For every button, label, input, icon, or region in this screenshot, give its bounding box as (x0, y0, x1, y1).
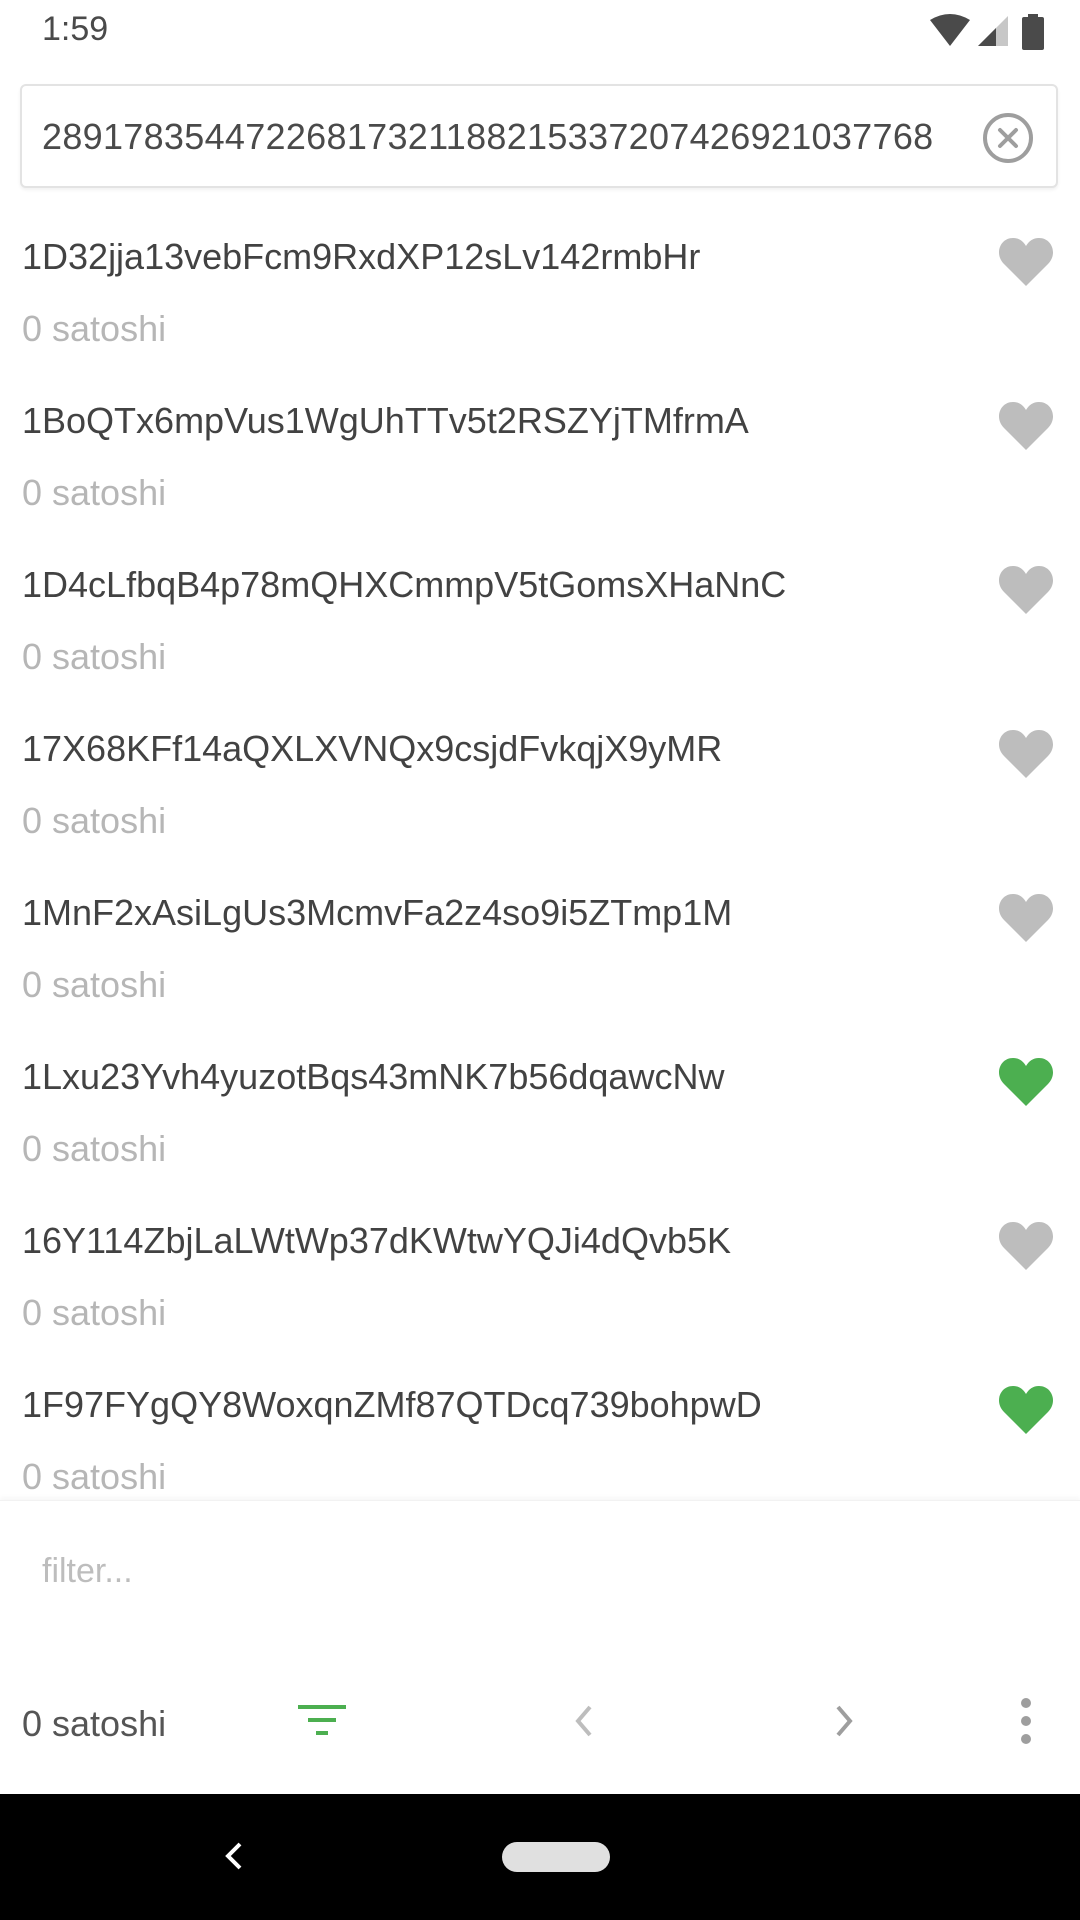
address-text: 1D4cLfbqB4p78mQHXCmmpV5tGomsXHaNnC (22, 564, 787, 605)
address-row[interactable]: 1F97FYgQY8WoxqnZMf87QTDcq739bohpwD 0 sato… (0, 1348, 1080, 1500)
address-balance: 0 satoshi (22, 1128, 167, 1169)
chevron-left-icon[interactable] (568, 1701, 600, 1741)
clear-icon[interactable] (982, 112, 1034, 164)
address-text: 17X68KFf14aQXLXVNQx9csjdFvkqjX9yMR (22, 728, 723, 769)
signal-icon (978, 16, 1008, 46)
address-balance: 0 satoshi (22, 472, 167, 513)
address-balance: 0 satoshi (22, 1456, 167, 1497)
address-row[interactable]: 1MnF2xAsiLgUs3McmvFa2z4so9i5ZTmp1M 0 sato… (0, 856, 1080, 1020)
address-text: 16Y114ZbjLaLWtWp37dKWtwYQJi4dQvb5K (22, 1220, 731, 1261)
address-list[interactable]: 1D32jja13vebFcm9RxdXP12sLv142rmbHr 0 sato… (0, 200, 1080, 1500)
filter-input[interactable] (42, 1545, 942, 1597)
address-row[interactable]: 16Y114ZbjLaLWtWp37dKWtwYQJi4dQvb5K 0 sato… (0, 1184, 1080, 1348)
status-time: 1:59 (42, 10, 109, 48)
address-text: 1Lxu23Yvh4yuzotBqs43mNK7b56dqawcNw (22, 1056, 725, 1097)
favorite-heart-icon[interactable] (998, 400, 1054, 452)
navigation-bar (0, 1794, 1080, 1920)
address-row[interactable]: 1BoQTx6mpVus1WgUhTTv5t2RSZYjTMfrmA 0 sato… (0, 364, 1080, 528)
address-balance: 0 satoshi (22, 964, 167, 1005)
favorite-heart-icon[interactable] (998, 892, 1054, 944)
filter-icon[interactable] (296, 1701, 348, 1741)
bottom-panel: 0 satoshi (0, 1500, 1080, 1795)
battery-icon (1022, 14, 1044, 50)
status-bar: 1:59 (0, 0, 1080, 64)
address-text: 1MnF2xAsiLgUs3McmvFa2z4so9i5ZTmp1M (22, 892, 733, 933)
address-row[interactable]: 1D4cLfbqB4p78mQHXCmmpV5tGomsXHaNnC 0 sato… (0, 528, 1080, 692)
favorite-heart-icon[interactable] (998, 236, 1054, 288)
address-row[interactable]: 1D32jja13vebFcm9RxdXP12sLv142rmbHr 0 sato… (0, 200, 1080, 364)
address-row[interactable]: 17X68KFf14aQXLXVNQx9csjdFvkqjX9yMR 0 sato… (0, 692, 1080, 856)
more-vert-icon[interactable] (1018, 1697, 1034, 1745)
address-balance: 0 satoshi (22, 800, 167, 841)
favorite-heart-icon[interactable] (998, 1384, 1054, 1436)
address-balance: 0 satoshi (22, 636, 167, 677)
favorite-heart-icon[interactable] (998, 1056, 1054, 1108)
back-icon[interactable] (220, 1836, 250, 1876)
address-text: 1F97FYgQY8WoxqnZMf87QTDcq739bohpwD (22, 1384, 762, 1425)
search-input[interactable]: 2891783544722681732118821533720742692103… (42, 116, 956, 160)
address-row[interactable]: 1Lxu23Yvh4yuzotBqs43mNK7b56dqawcNw 0 sato… (0, 1020, 1080, 1184)
home-button[interactable] (502, 1842, 610, 1872)
wifi-icon (930, 14, 970, 46)
address-balance: 0 satoshi (22, 308, 167, 349)
address-balance: 0 satoshi (22, 1292, 167, 1333)
address-text: 1BoQTx6mpVus1WgUhTTv5t2RSZYjTMfrmA (22, 400, 749, 441)
search-box[interactable]: 2891783544722681732118821533720742692103… (20, 84, 1058, 188)
favorite-heart-icon[interactable] (998, 1220, 1054, 1272)
favorite-heart-icon[interactable] (998, 728, 1054, 780)
total-balance: 0 satoshi (22, 1703, 167, 1744)
address-text: 1D32jja13vebFcm9RxdXP12sLv142rmbHr (22, 236, 701, 277)
favorite-heart-icon[interactable] (998, 564, 1054, 616)
chevron-right-icon[interactable] (828, 1701, 860, 1741)
